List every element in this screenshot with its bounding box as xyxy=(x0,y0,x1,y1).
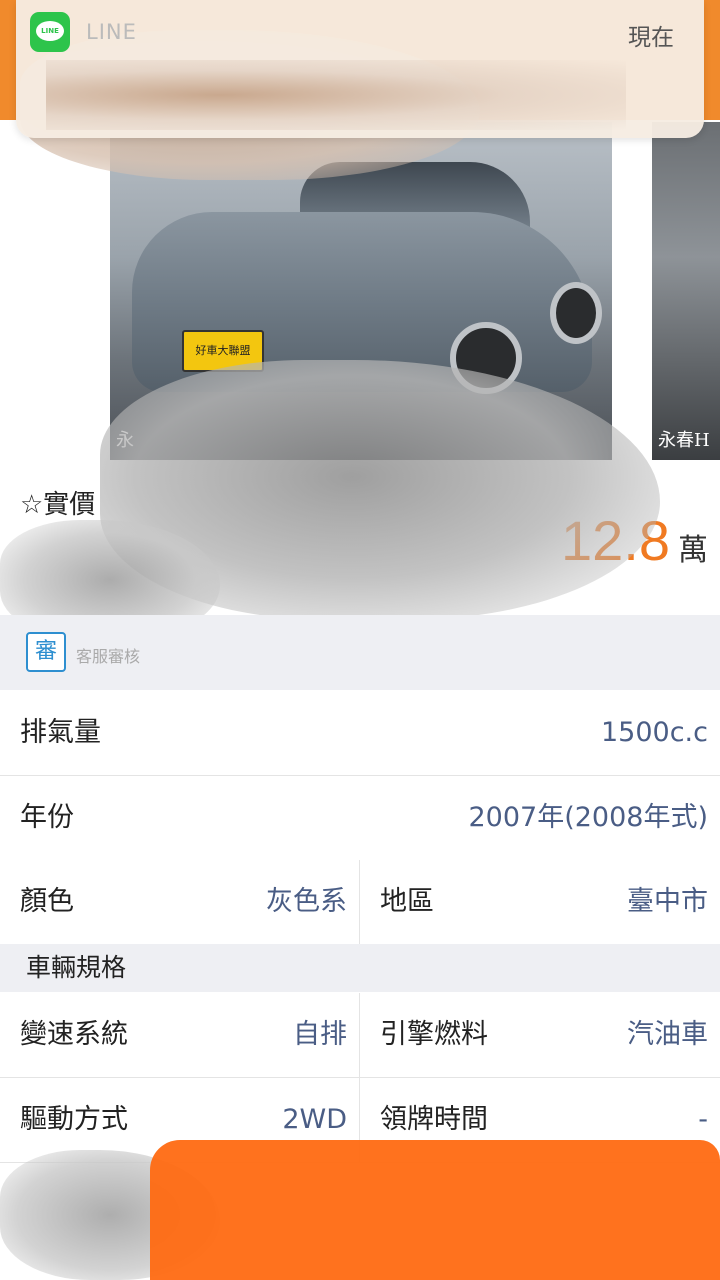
section-title: 車輛規格 xyxy=(26,953,127,982)
spec-label: 變速系統 xyxy=(20,1019,128,1050)
photo-watermark: 永春H xyxy=(658,430,710,451)
spec-value: 汽油車 xyxy=(627,1019,708,1050)
spec-value: 2007年(2008年式) xyxy=(468,802,709,833)
car-photo-next[interactable]: 永春H xyxy=(652,122,720,460)
spec-row-color-region: 顏色 灰色系 地區 臺中市 xyxy=(0,860,720,945)
review-label: 客服審核 xyxy=(76,647,141,666)
spec-row-year: 年份 2007年(2008年式) xyxy=(0,776,720,861)
spec-cell-color: 顏色 灰色系 xyxy=(0,860,360,944)
spec-label: 顏色 xyxy=(20,886,74,917)
spec-cell-region: 地區 臺中市 xyxy=(360,860,720,944)
spec-label: 排氣量 xyxy=(20,717,101,748)
line-app-icon: LINE xyxy=(30,12,70,52)
line-logo-bubble: LINE xyxy=(36,21,64,41)
spec-value: 灰色系 xyxy=(266,886,347,917)
review-badge-icon: 審 xyxy=(26,632,66,672)
line-notification[interactable]: LINE LINE 現在 xyxy=(16,0,704,138)
redaction-scribble xyxy=(150,1140,720,1280)
notification-time: 現在 xyxy=(628,25,674,51)
spec-row-displacement: 排氣量 1500c.c xyxy=(0,691,720,776)
price-unit: 萬 xyxy=(678,533,708,568)
spec-value: 臺中市 xyxy=(627,886,708,917)
spec-label: 地區 xyxy=(380,886,434,917)
notification-app-name: LINE xyxy=(86,20,137,44)
spec-label: 年份 xyxy=(20,802,74,833)
car-wheel xyxy=(550,282,602,344)
spec-value: 1500c.c xyxy=(601,717,708,748)
listing-title: ☆實價 xyxy=(20,490,96,520)
spec-label: 引擎燃料 xyxy=(380,1019,488,1050)
spec-cell-fuel: 引擎燃料 汽油車 xyxy=(360,993,720,1077)
spec-cell-transmission: 變速系統 自排 xyxy=(0,993,360,1077)
section-header-vehicle-spec: 車輛規格 xyxy=(0,944,720,992)
spec-value: 自排 xyxy=(293,1019,347,1050)
redaction-scribble xyxy=(46,60,626,130)
spec-row-transmission-fuel: 變速系統 自排 引擎燃料 汽油車 xyxy=(0,993,720,1078)
